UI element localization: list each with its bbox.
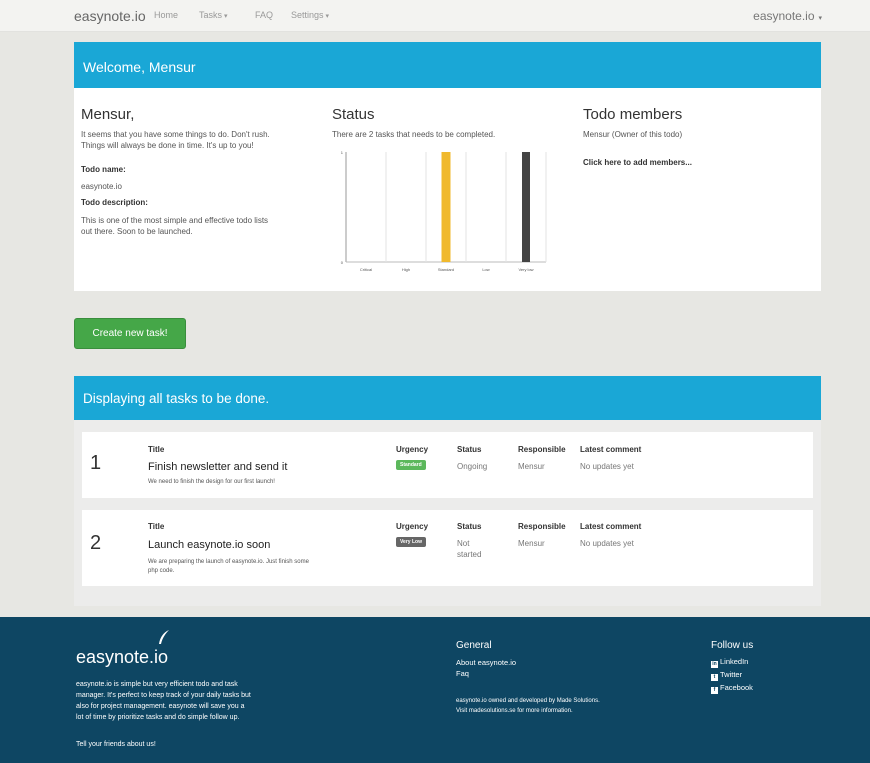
chart-x-tick-label: Low (482, 267, 489, 272)
caret-down-icon: ▾ (325, 13, 330, 20)
task-comment: No updates yet (580, 462, 634, 471)
status-text: There are 2 tasks that needs to be compl… (332, 130, 496, 139)
chart-y-tick-label: 1 (341, 150, 344, 155)
task-status: Ongoing (457, 462, 488, 471)
footer-link-about[interactable]: About easynote.io (456, 658, 516, 667)
nav-settings-dropdown[interactable]: Settings ▾ (291, 10, 329, 20)
chart-bar (522, 152, 530, 262)
urgency-label: Urgency (396, 522, 429, 531)
footer-tell-friends: Tell your friends about us! (76, 741, 156, 748)
task-title-label: Title (148, 522, 165, 531)
status-label: Status (457, 522, 482, 531)
todo-name-label: Todo name: (81, 165, 126, 174)
status-chart-svg: 1 0 Critical High Standard Low Very low (341, 150, 547, 272)
caret-down-icon: ▾ (224, 13, 228, 20)
task-card[interactable]: 1 Title Finish newsletter and send it We… (82, 432, 813, 498)
twitter-icon: t (711, 674, 718, 681)
todo-name-value: easynote.io (81, 182, 122, 191)
task-number: 1 (90, 452, 102, 474)
footer-general-heading: General (456, 640, 492, 651)
task-title-label: Title (148, 445, 165, 454)
caret-down-icon: ▾ (816, 15, 822, 22)
status-chart: 1 0 Critical High Standard Low Very low (336, 148, 548, 278)
social-facebook-label: Facebook (720, 683, 753, 692)
task-card[interactable]: 2 Title Launch easynote.io soon We are p… (82, 510, 813, 586)
chart-bar (441, 152, 451, 262)
chart-x-tick-label: High (402, 267, 410, 272)
nav-faq[interactable]: FAQ (255, 10, 273, 20)
social-linkedin[interactable]: in LinkedIn (711, 657, 748, 668)
responsible-label: Responsible (518, 445, 566, 454)
nav-tasks-dropdown[interactable]: Tasks ▾ (199, 10, 228, 20)
members-owner: Mensur (Owner of this todo) (583, 130, 683, 139)
facebook-icon: f (711, 687, 718, 694)
urgency-badge: Standard (396, 460, 426, 470)
footer: easynote.io easynote.io is simple but ve… (0, 617, 870, 763)
chart-y-tick-label: 0 (341, 260, 344, 265)
urgency-label: Urgency (396, 445, 429, 454)
welcome-message-1: It seems that you have some things to do… (81, 130, 270, 139)
nav-home[interactable]: Home (154, 10, 178, 20)
task-status-1: Not (457, 539, 470, 548)
chart-x-tick-label: Standard (438, 267, 454, 272)
footer-about-1: easynote.io is simple but very efficient… (76, 681, 238, 688)
add-members-link[interactable]: Click here to add members... (583, 157, 692, 168)
tasks-panel-header: Displaying all tasks to be done. (74, 376, 821, 420)
social-facebook[interactable]: f Facebook (711, 683, 753, 694)
feather-icon (159, 630, 169, 644)
task-description-1: We are preparing the launch of easynote.… (148, 559, 309, 565)
welcome-title: Welcome, Mensur (83, 59, 196, 75)
nav-tasks-label: Tasks (199, 10, 223, 20)
welcome-panel-header: Welcome, Mensur (74, 42, 821, 88)
social-twitter[interactable]: t Twitter (711, 670, 742, 681)
chart-x-tick-label: Very low (518, 267, 533, 272)
todo-desc-line-2: out there. Soon to be launched. (81, 227, 193, 236)
todo-desc-label: Todo description: (81, 198, 148, 207)
task-status-2: started (457, 550, 482, 559)
footer-follow-heading: Follow us (711, 640, 754, 651)
responsible-label: Responsible (518, 522, 566, 531)
task-responsible: Mensur (518, 539, 545, 548)
social-linkedin-label: LinkedIn (720, 657, 749, 666)
status-label: Status (457, 445, 482, 454)
comment-label: Latest comment (580, 522, 642, 531)
urgency-badge: Very Low (396, 537, 426, 547)
footer-logo: easynote.io (76, 647, 169, 667)
footer-link-faq[interactable]: Faq (456, 669, 469, 678)
task-comment: No updates yet (580, 539, 634, 548)
task-responsible: Mensur (518, 462, 545, 471)
user-menu-label: easynote.io (753, 9, 815, 23)
welcome-message-2: Things will always be done in time. It's… (81, 141, 254, 150)
nav-settings-label: Settings (291, 10, 324, 20)
greeting-heading: Mensur, (81, 106, 135, 123)
create-task-button[interactable]: Create new task! (74, 318, 186, 349)
footer-about-2: manager. It's perfect to keep track of y… (76, 692, 251, 699)
task-number: 2 (90, 532, 102, 554)
task-description: We need to finish the design for our fir… (148, 479, 275, 485)
navbar: easynote.io Home Tasks ▾ FAQ Settings ▾ ea… (0, 0, 870, 32)
user-menu[interactable]: easynote.io ▾ (753, 9, 822, 23)
nav-brand[interactable]: easynote.io (74, 8, 146, 24)
comment-label: Latest comment (580, 445, 642, 454)
task-description-2: php code. (148, 568, 175, 574)
footer-about-3: also for project management. easynote wi… (76, 703, 245, 710)
todo-desc-line-1: This is one of the most simple and effec… (81, 216, 269, 225)
members-heading: Todo members (583, 106, 683, 123)
linkedin-icon: in (711, 661, 718, 668)
footer-owned-2: Visit madesolutions.se for more informat… (456, 708, 573, 714)
footer-about-4: lot of time by prioritize tasks and do s… (76, 714, 240, 721)
chart-x-tick-label: Critical (360, 267, 372, 272)
status-heading: Status (332, 106, 375, 123)
social-twitter-label: Twitter (720, 670, 743, 679)
tasks-title: Displaying all tasks to be done. (83, 391, 270, 406)
task-title[interactable]: Launch easynote.io soon (148, 539, 270, 551)
task-title[interactable]: Finish newsletter and send it (148, 461, 287, 473)
